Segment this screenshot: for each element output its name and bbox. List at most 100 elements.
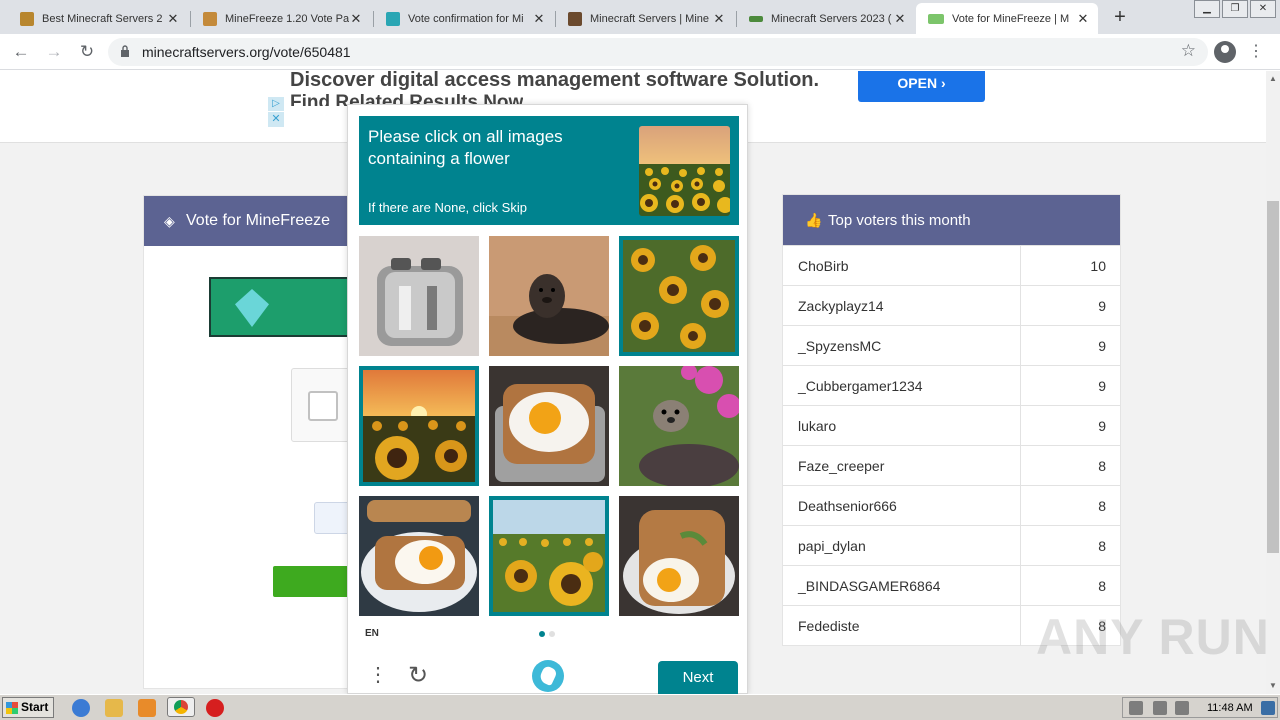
scroll-down-icon[interactable]: ▼ — [1269, 681, 1277, 690]
scroll-up-icon[interactable]: ▲ — [1269, 74, 1277, 83]
close-tab-icon[interactable]: ✕ — [712, 11, 726, 27]
reload-button[interactable]: ↻ — [75, 40, 99, 64]
profile-avatar-icon[interactable] — [1214, 41, 1236, 63]
voter-count: 8 — [1098, 458, 1106, 474]
forward-button[interactable]: → — [42, 40, 66, 64]
show-desktop-icon[interactable] — [1261, 701, 1275, 715]
voter-name: papi_dylan — [798, 538, 866, 554]
scrollbar-thumb[interactable] — [1267, 201, 1279, 553]
start-button[interactable]: Start — [2, 697, 54, 718]
tab-4[interactable]: Minecraft Servers | Mine ✕ — [556, 3, 734, 34]
close-tab-icon[interactable]: ✕ — [166, 11, 180, 27]
minecraft-favicon-icon — [568, 11, 582, 26]
captcha-menu-icon[interactable]: ⋮ — [368, 665, 388, 685]
vote-panel-title: Vote for MineFreeze — [186, 212, 331, 229]
voter-count: 9 — [1098, 338, 1106, 354]
voter-name: Faze_creeper — [798, 458, 885, 474]
cube-favicon-icon — [386, 11, 400, 26]
close-tab-icon[interactable]: ✕ — [1076, 11, 1090, 27]
captcha-next-button[interactable]: Next — [658, 661, 738, 695]
captcha-hint-text: If there are None, click Skip — [368, 200, 527, 215]
voter-name: _BINDASGAMER6864 — [798, 578, 941, 594]
opera-icon[interactable] — [206, 699, 224, 717]
ad-open-button[interactable]: OPEN › — [858, 71, 985, 102]
captcha-tile-sunflowers-selected[interactable] — [619, 236, 739, 356]
adchoices-icon[interactable]: ▷ — [268, 97, 284, 111]
action-center-flag-icon[interactable] — [1175, 701, 1189, 715]
close-tab-icon[interactable]: ✕ — [893, 11, 907, 27]
internet-explorer-icon[interactable] — [72, 699, 90, 717]
voter-name: _SpyzensMC — [798, 338, 882, 354]
thumbs-up-icon: 👍 — [805, 212, 823, 228]
clock: 11:48 AM — [1207, 702, 1253, 714]
tab-2[interactable]: MineFreeze 1.20 Vote Pa ✕ — [191, 3, 371, 34]
minimize-button[interactable]: ▁ — [1194, 0, 1220, 18]
captcha-tile-sunflower-sunset-selected[interactable] — [359, 366, 479, 486]
voter-name: Zackyplayz14 — [798, 298, 884, 314]
close-tab-icon[interactable]: ✕ — [349, 11, 363, 27]
voter-count: 8 — [1098, 538, 1106, 554]
captcha-tile-seal[interactable] — [489, 236, 609, 356]
grass-favicon-icon — [749, 15, 763, 22]
close-tab-icon[interactable]: ✕ — [532, 11, 546, 27]
voter-name: Deathsenior666 — [798, 498, 897, 514]
voter-name: lukaro — [798, 418, 837, 434]
close-window-button[interactable]: ✕ — [1250, 0, 1276, 18]
voter-count: 8 — [1098, 498, 1106, 514]
captcha-tile-fried-egg-toast[interactable] — [489, 366, 609, 486]
page-scrollbar[interactable]: ▲ ▼ — [1266, 71, 1280, 694]
back-button[interactable]: ← — [9, 40, 33, 64]
captcha-tile-toaster[interactable] — [359, 236, 479, 356]
top-voters-header: 👍 Top voters this month — [783, 195, 1120, 245]
voter-row: _SpyzensMC 9 — [783, 325, 1120, 366]
tab-title: MineFreeze 1.20 Vote Pa — [225, 12, 349, 25]
voter-row: _Cubbergamer1234 9 — [783, 365, 1120, 406]
media-player-icon[interactable] — [138, 699, 156, 717]
hcaptcha-logo-icon[interactable] — [532, 660, 564, 692]
file-explorer-icon[interactable] — [105, 699, 123, 717]
tab-5[interactable]: Minecraft Servers 2023 ( ✕ — [737, 3, 915, 34]
tab-title: Vote confirmation for Mi — [408, 12, 524, 25]
tab-3[interactable]: Vote confirmation for Mi ✕ — [374, 3, 554, 34]
voter-count: 8 — [1098, 578, 1106, 594]
voter-count: 9 — [1098, 378, 1106, 394]
server-favicon-icon — [203, 11, 217, 26]
new-tab-button[interactable]: + — [1110, 5, 1130, 29]
voter-name: _Cubbergamer1234 — [798, 378, 923, 394]
captcha-prompt: Please click on all images containing a … — [359, 116, 739, 225]
maximize-button[interactable]: ❐ — [1222, 0, 1248, 18]
tab-1[interactable]: Best Minecraft Servers 2 ✕ — [8, 3, 188, 34]
top-voters-panel: 👍 Top voters this month ChoBirb 10 Zackypl… — [782, 194, 1121, 646]
tab-6-active[interactable]: Vote for MineFreeze | M ✕ — [916, 3, 1098, 34]
address-bar[interactable]: minecraftservers.org/vote/650481 ☆ — [108, 38, 1208, 66]
ad-headline: Discover digital access management softw… — [290, 71, 820, 91]
refresh-challenge-icon[interactable]: ↻ — [408, 661, 428, 690]
windows-flag-icon — [6, 702, 18, 714]
browser-toolbar: ← → ↻ minecraftservers.org/vote/650481 ☆… — [0, 34, 1280, 70]
ad-close-icon[interactable]: ✕ — [268, 112, 284, 127]
network-icon[interactable] — [1153, 701, 1167, 715]
chrome-taskbar-button[interactable] — [167, 697, 195, 717]
bookmark-star-icon[interactable]: ☆ — [1181, 41, 1196, 61]
captcha-checkbox[interactable] — [308, 391, 338, 421]
tab-title: Minecraft Servers | Mine — [590, 12, 710, 25]
voter-name: ChoBirb — [798, 258, 849, 274]
language-selector[interactable]: EN — [365, 628, 379, 639]
example-image-sunflowers — [639, 126, 730, 216]
captcha-tile-egg-toast[interactable] — [619, 496, 739, 616]
browser-menu-icon[interactable]: ⋮ — [1248, 41, 1264, 63]
captcha-tile-egg-toast-plate[interactable] — [359, 496, 479, 616]
captcha-prompt-text: Please click on all images containing a … — [368, 127, 563, 168]
tab-title: Minecraft Servers 2023 ( — [771, 12, 892, 25]
top-voters-title: Top voters this month — [828, 212, 971, 229]
captcha-tile-otter-flowers[interactable] — [619, 366, 739, 486]
url-text: minecraftservers.org/vote/650481 — [142, 44, 351, 60]
voter-name: Fedediste — [798, 618, 860, 634]
voter-row: Zackyplayz14 9 — [783, 285, 1120, 326]
feather-favicon-icon — [20, 11, 34, 26]
windows-taskbar: Start 11:48 AM — [0, 694, 1280, 720]
voter-count: 10 — [1090, 258, 1106, 274]
captcha-tile-sunflower-field-selected[interactable] — [489, 496, 609, 616]
volume-icon[interactable] — [1129, 701, 1143, 715]
voter-row: Faze_creeper 8 — [783, 445, 1120, 486]
